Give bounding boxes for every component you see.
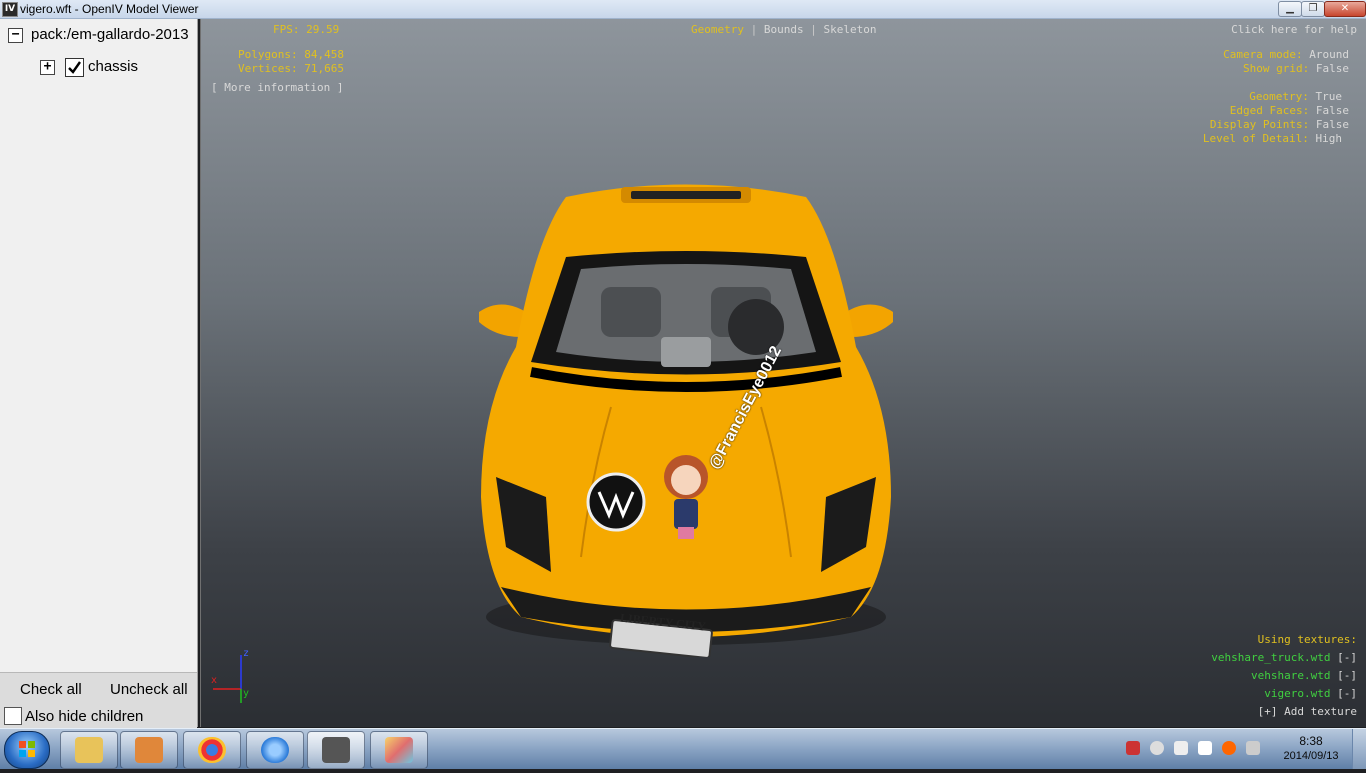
system-tray bbox=[1120, 735, 1270, 763]
fps-value: 29.59 bbox=[306, 23, 340, 36]
itunes-icon bbox=[261, 737, 289, 763]
polygons-readout: Polygons: 84,458 bbox=[238, 48, 344, 62]
check-all-button[interactable]: Check all bbox=[20, 681, 82, 699]
clock-time[interactable]: 8:38 bbox=[1278, 734, 1344, 748]
tray-sync-icon[interactable] bbox=[1150, 741, 1164, 755]
geometry-setting[interactable]: Geometry: True bbox=[1249, 90, 1342, 104]
taskbar-openiv[interactable] bbox=[307, 731, 365, 769]
taskbar-paint[interactable] bbox=[370, 731, 428, 769]
show-desktop-button[interactable] bbox=[1352, 729, 1366, 769]
display-points-label: Display Points: bbox=[1209, 118, 1310, 131]
display-points-setting[interactable]: Display Points: False bbox=[1210, 118, 1349, 132]
tree-expand-toggle[interactable]: + bbox=[40, 60, 55, 75]
tray-avast-icon[interactable] bbox=[1222, 741, 1236, 755]
network-signal-icon[interactable] bbox=[1246, 741, 1260, 755]
remove-texture-button[interactable]: [-] bbox=[1337, 651, 1357, 664]
add-texture-button[interactable]: [+] Add texture bbox=[1258, 705, 1357, 719]
taskbar-chrome[interactable] bbox=[183, 731, 241, 769]
texture-name: vehshare_truck.wtd bbox=[1211, 651, 1331, 664]
tree-root-label[interactable]: pack:/em-gallardo-2013 bbox=[31, 26, 189, 44]
paint-icon bbox=[385, 737, 413, 763]
lod-value[interactable]: High bbox=[1316, 132, 1343, 145]
fps-readout: FPS: 29.59 bbox=[273, 23, 339, 37]
axis-gizmo bbox=[213, 655, 242, 703]
camera-mode-label: Camera mode: bbox=[1223, 48, 1303, 61]
uncheck-all-button[interactable]: Uncheck all bbox=[110, 681, 188, 699]
axis-x-label: x bbox=[211, 675, 218, 686]
fps-label: FPS: bbox=[273, 23, 300, 36]
geometry-value[interactable]: True bbox=[1316, 90, 1343, 103]
display-points-value[interactable]: False bbox=[1316, 118, 1349, 131]
lod-setting[interactable]: Level of Detail: High bbox=[1203, 132, 1342, 146]
checkmark-icon bbox=[68, 61, 81, 74]
edged-faces-value[interactable]: False bbox=[1316, 104, 1349, 117]
axis-z-label: z bbox=[243, 648, 250, 659]
chrome-icon bbox=[198, 737, 226, 763]
title-bar: IV vigero.wft - OpenIV Model Viewer ▁ ❐ … bbox=[0, 0, 1366, 19]
polygons-value: 84,458 bbox=[304, 48, 344, 61]
remove-texture-button[interactable]: [-] bbox=[1337, 669, 1357, 682]
mode-geometry[interactable]: Geometry bbox=[691, 23, 744, 36]
camera-mode-value[interactable]: Around bbox=[1309, 48, 1349, 61]
clock-date[interactable]: 2014/09/13 bbox=[1278, 750, 1344, 763]
mode-separator: | bbox=[810, 23, 817, 36]
tree-item-chassis-label[interactable]: chassis bbox=[88, 58, 138, 76]
show-grid-setting[interactable]: Show grid: False bbox=[1243, 62, 1349, 76]
vertices-label: Vertices: bbox=[238, 62, 298, 75]
remove-texture-button[interactable]: [-] bbox=[1337, 687, 1357, 700]
action-center-flag-icon[interactable] bbox=[1198, 741, 1212, 755]
also-hide-children-label: Also hide children bbox=[25, 708, 144, 725]
taskbar-itunes[interactable] bbox=[246, 731, 304, 769]
tree-collapse-toggle[interactable]: − bbox=[8, 28, 23, 43]
texture-name: vehshare.wtd bbox=[1251, 669, 1331, 682]
also-hide-children-checkbox[interactable] bbox=[4, 707, 22, 725]
minimize-button[interactable]: ▁ bbox=[1278, 1, 1302, 17]
openiv-app-icon: IV bbox=[2, 2, 18, 17]
show-grid-value[interactable]: False bbox=[1316, 62, 1349, 75]
volume-icon[interactable] bbox=[1174, 741, 1188, 755]
geometry-label: Geometry: bbox=[1249, 90, 1309, 103]
vertices-value: 71,665 bbox=[304, 62, 344, 75]
model-tree-panel: − pack:/em-gallardo-2013 + chassis Check… bbox=[0, 19, 198, 728]
vertices-readout: Vertices: 71,665 bbox=[238, 62, 344, 76]
tree-actions-bar: Check all Uncheck all Also hide children bbox=[0, 672, 197, 728]
using-textures-heading: Using textures: bbox=[1257, 633, 1357, 646]
close-button[interactable]: ✕ bbox=[1324, 1, 1366, 17]
window-title: vigero.wft - OpenIV Model Viewer bbox=[20, 2, 199, 16]
edged-faces-label: Edged Faces: bbox=[1229, 104, 1310, 117]
view-mode-switch: Geometry | Bounds | Skeleton bbox=[691, 23, 876, 37]
help-link[interactable]: Click here for help bbox=[1231, 23, 1357, 37]
edged-faces-setting[interactable]: Edged Faces: False bbox=[1230, 104, 1349, 118]
taskbar-explorer[interactable] bbox=[60, 731, 118, 769]
mode-skeleton[interactable]: Skeleton bbox=[823, 23, 876, 36]
texture-row: vehshare.wtd [-] bbox=[1251, 669, 1357, 683]
chassis-visibility-checkbox[interactable] bbox=[65, 58, 84, 77]
windows-taskbar: 8:38 2014/09/13 bbox=[0, 728, 1366, 769]
show-grid-label: Show grid: bbox=[1243, 62, 1310, 75]
start-button[interactable] bbox=[4, 731, 50, 769]
tray-app-icon[interactable] bbox=[1126, 741, 1140, 755]
media-player-icon bbox=[135, 737, 163, 763]
hood-logo-icon bbox=[586, 472, 646, 532]
texture-row: vehshare_truck.wtd [-] bbox=[1211, 651, 1357, 665]
openiv-icon bbox=[322, 737, 350, 763]
polygons-label: Polygons: bbox=[238, 48, 298, 61]
more-information-link[interactable]: [ More information ] bbox=[211, 81, 343, 95]
model-viewport[interactable]: FPS: 29.59 Polygons: 84,458 Vertices: 71… bbox=[200, 19, 1366, 727]
maximize-button[interactable]: ❐ bbox=[1301, 1, 1325, 17]
folder-icon bbox=[75, 737, 103, 763]
taskbar-media-player[interactable] bbox=[120, 731, 178, 769]
windows-logo-icon bbox=[19, 741, 35, 757]
car-model-render bbox=[479, 184, 893, 657]
mode-bounds[interactable]: Bounds bbox=[764, 23, 804, 36]
texture-row: vigero.wtd [-] bbox=[1264, 687, 1357, 701]
mode-separator: | bbox=[750, 23, 758, 36]
camera-mode-setting[interactable]: Camera mode: Around bbox=[1223, 48, 1349, 62]
texture-name: vigero.wtd bbox=[1264, 687, 1331, 700]
lod-label: Level of Detail: bbox=[1202, 132, 1309, 145]
axis-y-label: y bbox=[243, 688, 250, 699]
